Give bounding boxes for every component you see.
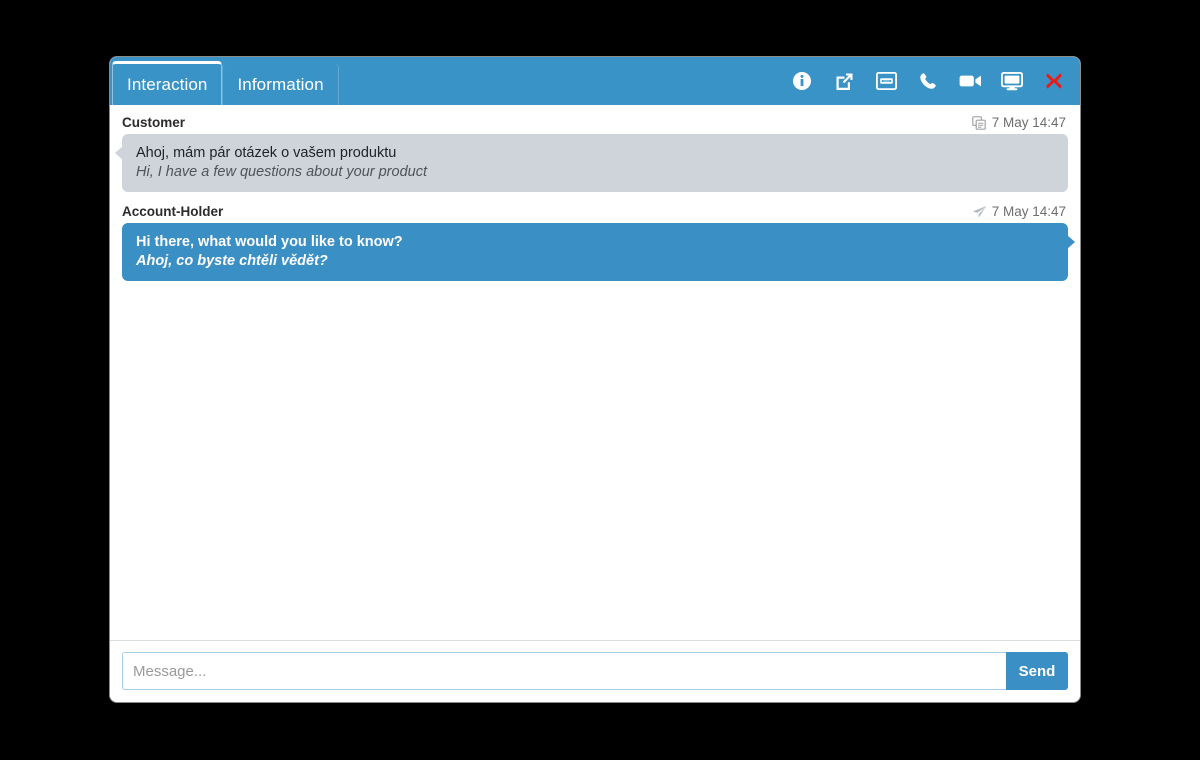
message-meta: Customer 7 May 14:47 <box>110 105 1080 134</box>
bubble-row: Ahoj, mám pár otázek o vašem produktu Hi… <box>110 134 1080 192</box>
chat-window: Interaction Information Customer 7 May 1… <box>110 57 1080 702</box>
transfer-window-icon[interactable] <box>874 69 898 93</box>
message-text-original: Ahoj, mám pár otázek o vašem produktu <box>136 145 397 161</box>
message-bubble-agent: Hi there, what would you like to know? A… <box>122 223 1075 281</box>
message-timestamp-group: 7 May 14:47 <box>972 115 1066 130</box>
message-text-translation: Hi, I have a few questions about your pr… <box>136 163 427 180</box>
bubble-row: Hi there, what would you like to know? A… <box>110 223 1080 281</box>
paper-plane-icon <box>972 204 987 219</box>
tab-information-label: Information <box>237 75 324 94</box>
message-text-original: Hi there, what would you like to know? <box>136 234 403 250</box>
message-timestamp-group: 7 May 14:47 <box>972 204 1066 219</box>
message-timestamp: 7 May 14:47 <box>991 115 1066 130</box>
external-link-icon[interactable] <box>832 69 856 93</box>
message-meta: Account-Holder 7 May 14:47 <box>110 194 1080 223</box>
video-camera-icon[interactable] <box>958 69 982 93</box>
message-bubble-customer: Ahoj, mám pár otázek o vašem produktu Hi… <box>115 134 1068 192</box>
message-author: Account-Holder <box>122 204 224 219</box>
window-header: Interaction Information <box>110 57 1080 105</box>
message-composer: Send <box>110 640 1080 702</box>
message-timestamp: 7 May 14:47 <box>991 204 1066 219</box>
desktop-monitor-icon[interactable] <box>1000 69 1024 93</box>
tab-strip: Interaction Information <box>110 57 339 105</box>
tab-interaction-label: Interaction <box>127 75 208 94</box>
message-group-account-holder: Account-Holder 7 May 14:47 Hi there, wha… <box>110 194 1080 283</box>
send-button[interactable]: Send <box>1006 652 1068 690</box>
message-text-translation: Ahoj, co byste chtěli vědět? <box>136 252 328 269</box>
message-author: Customer <box>122 115 186 130</box>
message-transcript[interactable]: Customer 7 May 14:47 Ahoj, mám pár otáze… <box>110 105 1080 640</box>
header-actions <box>790 57 1080 105</box>
info-circle-icon[interactable] <box>790 69 814 93</box>
message-group-customer: Customer 7 May 14:47 Ahoj, mám pár otáze… <box>110 105 1080 194</box>
tab-information[interactable]: Information <box>222 64 339 105</box>
tab-interaction[interactable]: Interaction <box>112 61 223 105</box>
phone-icon[interactable] <box>916 69 940 93</box>
message-input[interactable] <box>122 652 1006 690</box>
chat-copy-icon <box>972 115 987 130</box>
close-x-icon[interactable] <box>1042 69 1066 93</box>
